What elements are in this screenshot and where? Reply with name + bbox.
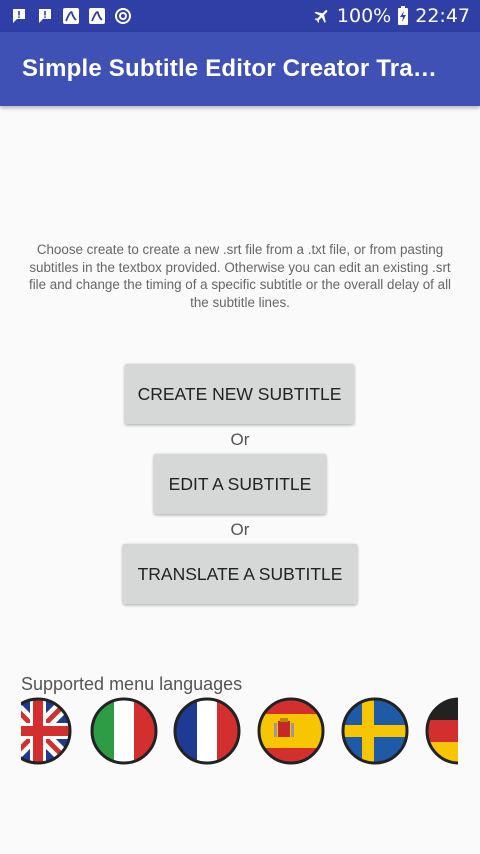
pdf-app-icon: [88, 7, 106, 25]
spain-flag-icon[interactable]: [256, 696, 326, 766]
system-indicators: 100% 22:47: [313, 5, 470, 27]
uk-flag-icon[interactable]: [21, 696, 73, 766]
italy-flag-icon[interactable]: [89, 696, 159, 766]
translate-subtitle-button[interactable]: TRANSLATE A SUBTITLE: [123, 544, 357, 604]
app-bar: Simple Subtitle Editor Creator Tra…: [0, 32, 480, 106]
app-title: Simple Subtitle Editor Creator Tra…: [22, 55, 438, 82]
supported-languages-label: Supported menu languages: [21, 674, 243, 694]
or-separator: Or: [230, 520, 250, 539]
create-new-subtitle-button[interactable]: CREATE NEW SUBTITLE: [125, 364, 354, 424]
description-text: Choose create to create a new .srt file …: [28, 242, 452, 310]
status-bar: 100% 22:47: [0, 0, 480, 32]
battery-percentage: 100%: [336, 5, 392, 27]
sync-app-icon: [114, 7, 132, 25]
germany-flag-icon[interactable]: [424, 696, 458, 766]
clock: 22:47: [415, 5, 470, 27]
sweden-flag-icon[interactable]: [340, 696, 410, 766]
airplane-mode-icon: [313, 7, 331, 25]
alert-notification-icon: [36, 7, 54, 25]
language-flags-row[interactable]: [21, 694, 458, 770]
notification-icons: [10, 7, 132, 25]
edit-subtitle-button[interactable]: EDIT A SUBTITLE: [154, 454, 326, 514]
battery-charging-icon: [397, 6, 409, 25]
alert-notification-icon: [10, 7, 28, 25]
or-separator: Or: [230, 430, 250, 449]
pdf-app-icon: [62, 7, 80, 25]
france-flag-icon[interactable]: [172, 696, 242, 766]
